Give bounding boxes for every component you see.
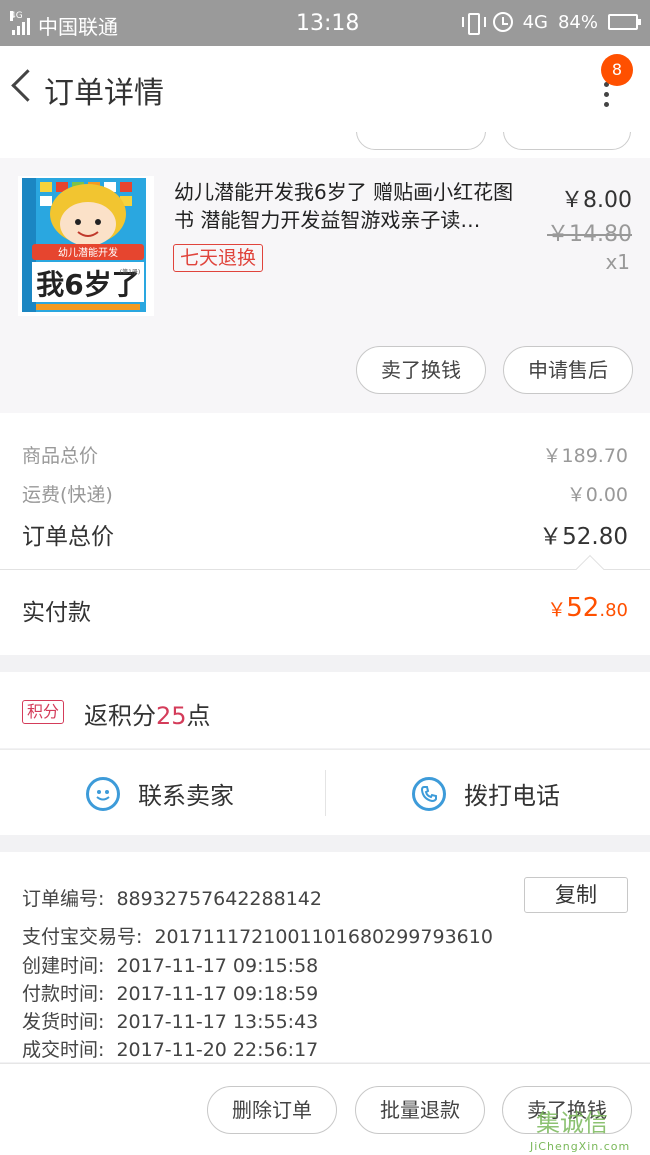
- call-phone-label: 拨打电话: [464, 782, 560, 810]
- shipping-label: 运费(快递): [22, 484, 113, 506]
- product-price: ￥8.00: [561, 188, 632, 213]
- created-time-label: 创建时间:: [22, 955, 105, 977]
- paid-currency: ￥: [547, 599, 567, 621]
- goods-total-row: 商品总价 ￥189.70: [22, 441, 628, 468]
- previous-item-buttons-peek: [0, 132, 650, 158]
- battery-percent: 84%: [557, 11, 598, 33]
- order-total-row: 订单总价 ￥52.80: [22, 517, 628, 551]
- created-time-line: 创建时间: 2017-11-17 09:15:58: [22, 951, 318, 978]
- summary-divider: [0, 569, 650, 570]
- alarm-icon: [492, 12, 513, 32]
- call-phone-button[interactable]: 拨打电话: [412, 776, 560, 811]
- book-cover-image: 幼儿潜能开发 我6岁了 (第1册): [18, 176, 154, 316]
- contact-seller-label: 联系卖家: [138, 782, 234, 810]
- shipped-time-value: 2017-11-17 13:55:43: [116, 1011, 319, 1033]
- points-suffix: 点: [186, 702, 211, 730]
- paid-decimal: .80: [599, 600, 628, 621]
- paid-integer: 52: [566, 593, 600, 623]
- done-time-value: 2017-11-20 22:56:17: [116, 1039, 319, 1061]
- paid-time-value: 2017-11-17 09:18:59: [116, 983, 319, 1005]
- sell-button[interactable]: 卖了换钱: [356, 346, 486, 394]
- contact-bar: 联系卖家 拨打电话: [0, 749, 650, 835]
- delete-order-button[interactable]: 删除订单: [207, 1086, 337, 1134]
- seven-day-return-tag: 七天退换: [173, 244, 264, 272]
- done-time-label: 成交时间:: [22, 1039, 105, 1061]
- status-left: 4G 中国联通: [10, 10, 118, 40]
- order-total-value: ￥52.80: [539, 524, 628, 550]
- goods-total-value: ￥189.70: [542, 445, 628, 467]
- paid-row: 实付款 ￥52.80: [22, 593, 628, 627]
- watermark-url: JiChengXin.com: [530, 1140, 631, 1153]
- phone-icon: [412, 776, 446, 811]
- points-text: 返积分25点: [84, 696, 211, 731]
- points-row: 积分 返积分25点: [0, 672, 650, 748]
- paid-amount: ￥52.80: [547, 593, 628, 627]
- status-time: 13:18: [296, 11, 360, 36]
- batch-refund-button[interactable]: 批量退款: [355, 1086, 485, 1134]
- created-time-value: 2017-11-17 09:15:58: [116, 955, 319, 977]
- chat-smile-icon: [86, 776, 120, 811]
- status-bar: 4G 中国联通 13:18 4G 84%: [0, 0, 650, 46]
- notification-badge: 8: [601, 54, 633, 86]
- order-item[interactable]: 幼儿潜能开发 我6岁了 (第1册) 幼儿潜能开发我6岁了 赠贴画小红花图书 潜能…: [0, 158, 650, 413]
- paid-time-label: 付款时间:: [22, 983, 105, 1005]
- contact-divider: [325, 770, 326, 816]
- goods-total-label: 商品总价: [22, 445, 99, 467]
- paid-label: 实付款: [22, 600, 91, 626]
- product-original-price: ￥14.80: [547, 222, 632, 247]
- alipay-trade-line: 支付宝交易号: 2017111721001101680299793610: [22, 922, 493, 949]
- battery-icon: [608, 14, 641, 30]
- cover-label: (第1册): [120, 268, 141, 276]
- paid-time-line: 付款时间: 2017-11-17 09:18:59: [22, 979, 318, 1006]
- order-info: 订单编号: 88932757642288142 复制 支付宝交易号: 20171…: [0, 852, 650, 1062]
- peek-button-right[interactable]: [503, 132, 631, 150]
- page-title: 订单详情: [44, 76, 164, 111]
- contact-seller-button[interactable]: 联系卖家: [86, 776, 234, 811]
- order-number-label: 订单编号:: [22, 888, 105, 910]
- signal-icon: 4G: [10, 10, 30, 35]
- back-icon[interactable]: [8, 68, 34, 104]
- summary-notch: [575, 554, 605, 584]
- shipping-row: 运费(快递) ￥0.00: [22, 480, 628, 507]
- product-quantity: x1: [605, 250, 630, 274]
- shipped-time-label: 发货时间:: [22, 1011, 105, 1033]
- product-name[interactable]: 幼儿潜能开发我6岁了 赠贴画小红花图书 潜能智力开发益智游戏亲子读…: [174, 178, 524, 234]
- copy-button[interactable]: 复制: [524, 877, 628, 913]
- more-vertical-icon[interactable]: [600, 82, 612, 112]
- carrier-name: 中国联通: [38, 15, 118, 39]
- points-value: 25: [156, 702, 187, 730]
- peek-button-left[interactable]: [356, 132, 486, 150]
- points-badge: 积分: [22, 700, 65, 724]
- done-time-line: 成交时间: 2017-11-20 22:56:17: [22, 1035, 318, 1062]
- nav-bar: 订单详情: [0, 46, 650, 132]
- after-sale-button[interactable]: 申请售后: [503, 346, 633, 394]
- shipping-value: ￥0.00: [566, 484, 628, 506]
- points-prefix: 返积分: [84, 702, 156, 730]
- data-type-label: 4G: [522, 11, 548, 33]
- price-summary: 商品总价 ￥189.70 运费(快递) ￥0.00 订单总价 ￥52.80 实付…: [0, 413, 650, 655]
- alipay-trade-value[interactable]: 2017111721001101680299793610: [154, 926, 492, 948]
- order-number-value[interactable]: 88932757642288142: [116, 888, 322, 910]
- watermark-logo: 集诚信: [536, 1109, 608, 1137]
- vibrate-icon: [461, 11, 486, 35]
- product-thumbnail[interactable]: 幼儿潜能开发 我6岁了 (第1册): [18, 176, 154, 316]
- status-right: 4G 84%: [461, 11, 641, 35]
- shipped-time-line: 发货时间: 2017-11-17 13:55:43: [22, 1007, 318, 1034]
- alipay-trade-label: 支付宝交易号:: [22, 926, 143, 948]
- order-number-line: 订单编号: 88932757642288142: [22, 884, 322, 911]
- order-total-label: 订单总价: [22, 524, 114, 550]
- cover-banner: 幼儿潜能开发: [58, 246, 118, 259]
